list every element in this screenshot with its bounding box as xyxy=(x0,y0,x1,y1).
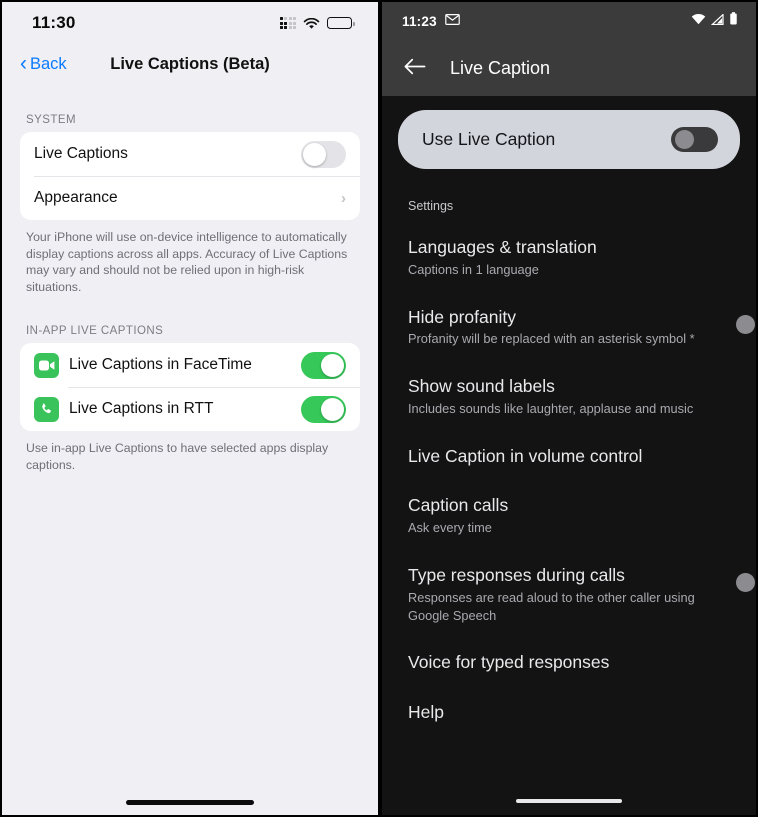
live-captions-toggle[interactable] xyxy=(301,140,346,168)
ios-status-icon-group xyxy=(279,17,355,29)
section-header-in-app-live-captions: IN-APP LIVE CAPTIONS xyxy=(26,325,164,338)
row-show-sound-labels[interactable]: Show sound labels Includes sounds like l… xyxy=(398,362,740,432)
arrow-left-icon[interactable] xyxy=(404,58,426,79)
row-title: Hide profanity xyxy=(408,306,516,327)
row-languages-translation[interactable]: Languages & translation Captions in 1 la… xyxy=(398,223,740,293)
battery-icon xyxy=(729,12,738,30)
wifi-icon xyxy=(303,17,320,29)
ios-status-bar: 11:30 xyxy=(2,2,378,44)
android-status-icon-group xyxy=(691,12,738,30)
android-settings-list: Use Live Caption Settings Languages & tr… xyxy=(382,96,756,738)
row-title: Languages & translation xyxy=(408,237,597,257)
use-live-caption-toggle[interactable] xyxy=(671,127,718,152)
ios-settings-list: SYSTEM Live Captions Appearance › Your i… xyxy=(2,84,378,474)
wifi-icon xyxy=(691,12,706,30)
rtt-captions-toggle[interactable] xyxy=(301,395,346,423)
row-title: Show sound labels xyxy=(408,376,555,397)
row-live-caption-volume-control[interactable]: Live Caption in volume control xyxy=(398,432,740,482)
row-text: Type responses during calls Responses ar… xyxy=(408,565,720,624)
use-live-caption-card[interactable]: Use Live Caption xyxy=(398,110,740,169)
facetime-app-icon xyxy=(34,352,59,378)
android-home-indicator xyxy=(382,799,756,803)
chevron-left-icon: ‹ xyxy=(20,52,27,75)
row-text: Languages & translation Captions in 1 la… xyxy=(408,237,732,279)
ios-live-captions-screen: 11:30 ‹ Back Live Captions (Beta) SYSTEM… xyxy=(2,2,378,815)
chevron-right-icon: › xyxy=(341,189,346,207)
facetime-captions-toggle[interactable] xyxy=(301,351,346,379)
row-label: Live Captions in FaceTime xyxy=(69,356,252,374)
dual-phone-comparison: 11:30 ‹ Back Live Captions (Beta) SYSTEM… xyxy=(0,0,758,817)
android-app-bar: Live Caption xyxy=(382,40,756,96)
row-title: Voice for typed responses xyxy=(408,652,610,673)
ios-navigation-bar: ‹ Back Live Captions (Beta) xyxy=(2,44,378,84)
row-title: Live Caption in volume control xyxy=(408,445,643,466)
row-text: Live Caption in volume control xyxy=(408,446,720,468)
use-live-caption-label: Use Live Caption xyxy=(422,129,556,149)
cellular-signal-icon xyxy=(279,17,296,29)
android-status-bar: 11:23 xyxy=(382,2,756,40)
phone-app-icon xyxy=(34,396,59,422)
row-text: Help xyxy=(408,702,732,724)
row-text: Caption calls Ask every time xyxy=(408,495,732,537)
row-live-captions-rtt[interactable]: Live Captions in RTT xyxy=(20,387,360,431)
row-subtitle: Includes sounds like laughter, applause … xyxy=(408,400,694,416)
row-text: Hide profanity Profanity will be replace… xyxy=(408,307,720,349)
row-title: Caption calls xyxy=(408,495,509,516)
envelope-icon xyxy=(445,12,460,30)
row-label: Appearance xyxy=(34,189,118,206)
android-status-left: 11:23 xyxy=(402,12,460,30)
system-settings-card: Live Captions Appearance › xyxy=(20,132,360,220)
row-subtitle: Profanity will be replaced with an aster… xyxy=(408,331,695,347)
system-footnote: Your iPhone will use on-device intellige… xyxy=(26,230,348,294)
row-hide-profanity[interactable]: Hide profanity Profanity will be replace… xyxy=(398,293,755,363)
row-caption-calls[interactable]: Caption calls Ask every time xyxy=(398,481,740,551)
row-text: Show sound labels Includes sounds like l… xyxy=(408,376,720,418)
row-voice-for-typed-responses[interactable]: Voice for typed responses xyxy=(398,638,740,688)
in-app-footnote: Use in-app Live Captions to have selecte… xyxy=(26,441,329,472)
battery-icon xyxy=(327,17,355,29)
back-button-label: Back xyxy=(30,54,67,73)
row-subtitle: Responses are read aloud to the other ca… xyxy=(408,589,695,623)
in-app-settings-card: Live Captions in FaceTime Live Captions … xyxy=(20,343,360,432)
row-label: Live Captions in RTT xyxy=(69,400,214,418)
section-header-settings: Settings xyxy=(408,199,454,213)
back-button[interactable]: ‹ Back xyxy=(20,52,67,75)
row-live-captions[interactable]: Live Captions xyxy=(20,132,360,176)
row-title: Help xyxy=(408,702,444,723)
row-subtitle: Ask every time xyxy=(408,520,492,536)
page-title: Live Caption xyxy=(450,57,551,78)
ios-home-indicator xyxy=(2,800,378,805)
row-text: Voice for typed responses xyxy=(408,652,732,674)
android-live-caption-screen: 11:23 Live Caption Use Live Caption Sett… xyxy=(382,2,756,815)
row-label: Live Captions xyxy=(34,145,128,162)
cellular-signal-icon xyxy=(710,12,724,30)
android-status-time: 11:23 xyxy=(402,13,437,29)
row-subtitle: Captions in 1 language xyxy=(408,261,539,277)
row-type-responses-during-calls[interactable]: Type responses during calls Responses ar… xyxy=(398,551,755,638)
ios-status-time: 11:30 xyxy=(32,13,76,32)
row-live-captions-facetime[interactable]: Live Captions in FaceTime xyxy=(20,343,360,387)
section-header-system: SYSTEM xyxy=(26,114,76,126)
row-help[interactable]: Help xyxy=(398,688,740,738)
row-title: Type responses during calls xyxy=(408,565,625,585)
row-appearance[interactable]: Appearance › xyxy=(20,176,360,220)
